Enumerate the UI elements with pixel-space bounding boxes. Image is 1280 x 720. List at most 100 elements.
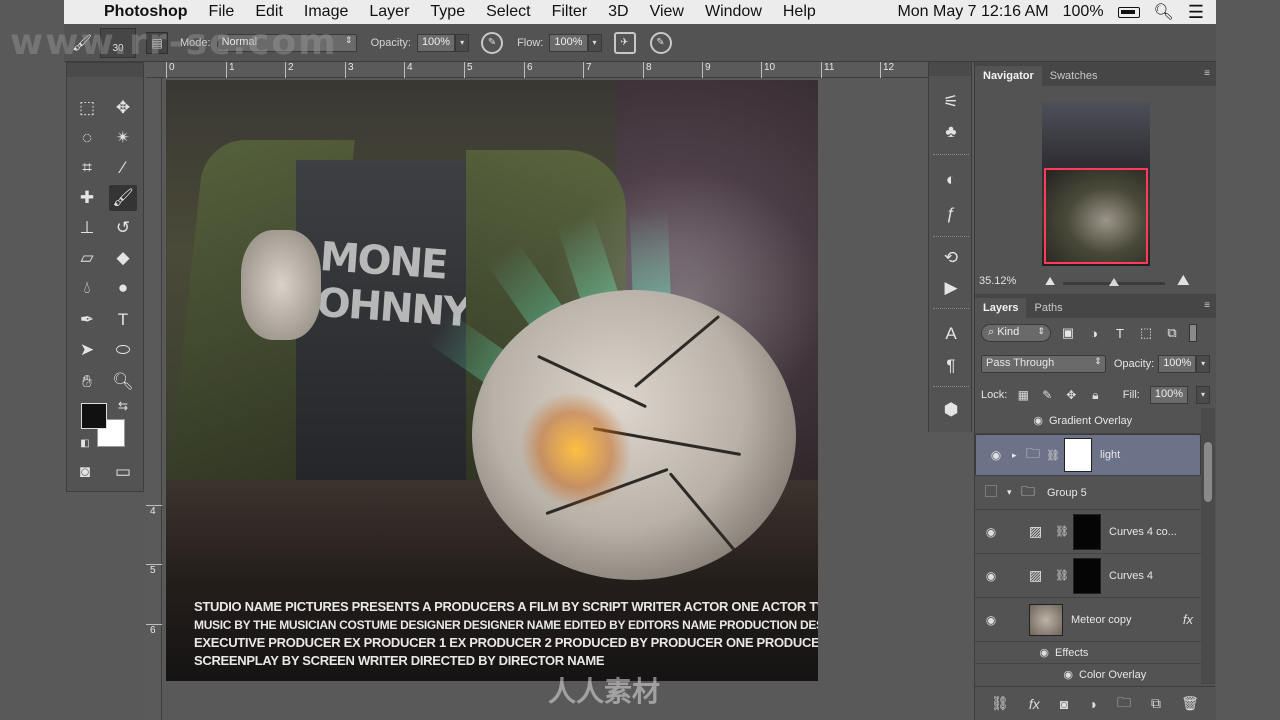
link-icon[interactable]: ⛓ (1055, 569, 1069, 582)
clone-stamp-tool-icon[interactable]: ⊥ (73, 215, 101, 241)
opacity-input[interactable]: 100% (416, 33, 456, 52)
layer-group-5[interactable]: ▾ 🗀 Group 5 (975, 476, 1201, 510)
magic-wand-tool-icon[interactable]: ✴ (109, 125, 137, 151)
filter-pixel-icon[interactable]: ▣ (1059, 325, 1077, 341)
eyedropper-tool-icon[interactable]: ⁄ (109, 155, 137, 181)
eye-icon[interactable]: ◉ (975, 668, 1079, 681)
layers-scrollbar[interactable] (1201, 408, 1215, 684)
ellipse-tool-icon[interactable]: ⬭ (109, 337, 137, 363)
collapse-triangle-icon[interactable]: ▾ (1007, 487, 1021, 498)
layer-curves-4-copy[interactable]: ◉ ▨ ⛓ Curves 4 co... (975, 510, 1201, 554)
menu-type[interactable]: Type (430, 3, 465, 21)
panel-menu-icon[interactable]: ≡ (1204, 68, 1210, 79)
tools-panel-grip[interactable] (67, 63, 143, 77)
layer-mask-thumb[interactable] (1073, 557, 1101, 594)
filter-type-icon[interactable]: T (1111, 326, 1129, 341)
tab-layers[interactable]: Layers (975, 298, 1027, 318)
zoom-in-icon[interactable]: ⛰ (1177, 272, 1190, 289)
menu-file[interactable]: File (209, 3, 235, 21)
filter-toggle[interactable] (1189, 324, 1197, 342)
link-icon[interactable]: ⛓ (1055, 525, 1069, 538)
lasso-tool-icon[interactable]: ◌ (73, 125, 101, 151)
lock-pixels-icon[interactable]: ✎ (1039, 388, 1055, 402)
filter-shape-icon[interactable]: ⬚ (1137, 325, 1155, 341)
filter-kind-select[interactable]: ⌕ Kind ⇕ (981, 324, 1051, 342)
filter-smart-object-icon[interactable]: ⧉ (1163, 325, 1181, 341)
blend-mode-select[interactable]: Pass Through ⇕ (981, 355, 1106, 373)
hand-tool-icon[interactable]: ✋︎ (73, 369, 101, 395)
menu-3d[interactable]: 3D (608, 3, 628, 21)
layers-scrollbar-thumb[interactable] (1204, 442, 1212, 502)
eye-icon[interactable]: ◉ (975, 613, 1007, 627)
adjustments-icon[interactable]: ◐ (935, 166, 967, 194)
eye-icon[interactable]: ◉ (975, 569, 1007, 583)
menu-app-name[interactable]: Photoshop (104, 3, 188, 21)
paint-bucket-tool-icon[interactable]: ◆ (109, 245, 137, 271)
eye-icon[interactable]: ◉ (980, 448, 1012, 462)
menu-image[interactable]: Image (304, 3, 348, 21)
blur-tool-icon[interactable]: 💧︎ (73, 275, 101, 301)
brush-tool-icon[interactable]: 🖌︎ (109, 185, 137, 211)
3d-panel-icon[interactable]: ⬢ (935, 396, 967, 424)
brush-preset-picker[interactable]: 30 (100, 27, 136, 58)
trash-icon[interactable]: 🗑︎ (1181, 695, 1199, 712)
tab-paths[interactable]: Paths (1026, 298, 1070, 318)
dodge-tool-icon[interactable]: ● (109, 275, 137, 301)
menu-view[interactable]: View (650, 3, 684, 21)
default-colors-icon[interactable]: ◧ (71, 431, 99, 457)
styles-icon[interactable]: ƒ (935, 200, 967, 228)
zoom-value[interactable]: 35.12% (979, 275, 1016, 287)
visibility-toggle[interactable] (975, 485, 1007, 500)
dock-grip[interactable] (929, 62, 971, 76)
brush-panel-icon[interactable]: ⚟ (935, 88, 967, 116)
clone-source-icon[interactable]: ♣ (935, 118, 967, 146)
paragraph-panel-icon[interactable]: ¶ (935, 352, 967, 380)
actions-play-icon[interactable]: ▶ (935, 274, 967, 302)
notification-center-icon[interactable]: ☰ (1188, 2, 1204, 23)
opacity-dropdown-icon[interactable]: ▾ (455, 33, 470, 52)
canvas-area[interactable]: MONE OHNNY STUDIO NAME PICTURES PRESENTS… (162, 78, 928, 720)
clock[interactable]: Mon May 7 12:16 AM (897, 3, 1048, 21)
lock-position-icon[interactable]: ✥ (1063, 388, 1079, 402)
panel-menu-icon[interactable]: ≡ (1204, 300, 1210, 311)
zoom-tool-icon[interactable]: 🔍︎ (109, 369, 137, 395)
menu-filter[interactable]: Filter (552, 3, 588, 21)
layer-effect-color-overlay[interactable]: ◉ Color Overlay (975, 664, 1201, 684)
crop-tool-icon[interactable]: ⌗ (73, 155, 101, 181)
type-tool-icon[interactable]: T (109, 307, 137, 333)
link-icon[interactable]: ⛓ (1046, 449, 1060, 462)
ruler-vertical[interactable]: 4 5 6 (146, 78, 162, 720)
history-brush-tool-icon[interactable]: ↺ (109, 215, 137, 241)
pressure-opacity-icon[interactable]: ✎ (481, 31, 504, 54)
new-group-icon[interactable]: 🗀 (1117, 692, 1131, 716)
ruler-horizontal[interactable]: 0 1 2 3 4 5 6 7 8 9 10 11 12 (146, 62, 928, 78)
new-adjustment-icon[interactable]: ◑ (1088, 696, 1096, 712)
menu-window[interactable]: Window (705, 3, 762, 21)
document-canvas[interactable]: MONE OHNNY STUDIO NAME PICTURES PRESENTS… (166, 80, 818, 681)
add-style-fx-icon[interactable]: fx (1029, 696, 1040, 712)
new-layer-icon[interactable]: ⧉ (1151, 695, 1161, 712)
quick-mask-icon[interactable]: ◙ (71, 459, 99, 485)
move-tool-icon[interactable]: ✥ (109, 95, 137, 121)
battery-percent[interactable]: 100% (1063, 3, 1104, 21)
marquee-tool-icon[interactable]: ⬚ (73, 95, 101, 121)
pressure-size-icon[interactable]: ✎ (649, 31, 672, 54)
flow-dropdown-icon[interactable]: ▾ (587, 33, 602, 52)
airbrush-icon[interactable]: ✈ (613, 31, 636, 54)
zoom-out-icon[interactable]: ⛰ (1045, 274, 1055, 289)
layer-opacity-dropdown-icon[interactable]: ▾ (1196, 355, 1210, 373)
healing-brush-tool-icon[interactable]: ✚ (73, 185, 101, 211)
eye-icon[interactable]: ◉ (975, 646, 1055, 659)
screen-mode-icon[interactable]: ▭ (109, 459, 137, 485)
tab-swatches[interactable]: Swatches (1042, 66, 1106, 86)
layer-effect-gradient-overlay[interactable]: ◉ Gradient Overlay (975, 408, 1201, 434)
layer-meteor-copy[interactable]: ◉ Meteor copy fx (975, 598, 1201, 642)
brush-tool-preset-icon[interactable]: 🖌︎ (64, 33, 100, 53)
expand-triangle-icon[interactable]: ▸ (1012, 450, 1026, 461)
zoom-slider-handle[interactable] (1109, 278, 1119, 286)
menu-layer[interactable]: Layer (369, 3, 409, 21)
pen-tool-icon[interactable]: ✒ (73, 307, 101, 333)
menu-edit[interactable]: Edit (255, 3, 283, 21)
layer-opacity-input[interactable]: 100% (1158, 355, 1197, 373)
path-selection-tool-icon[interactable]: ➤ (73, 337, 101, 363)
